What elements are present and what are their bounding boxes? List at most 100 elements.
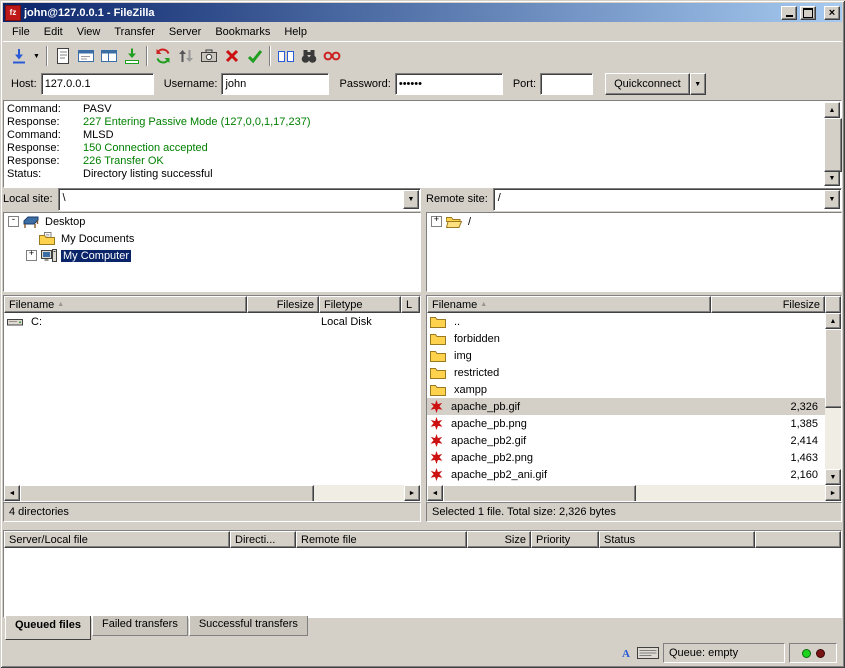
- file-row[interactable]: restricted: [427, 364, 825, 381]
- toggle-queue-button[interactable]: [120, 45, 143, 67]
- menu-server[interactable]: Server: [162, 24, 208, 40]
- file-row[interactable]: forbidden: [427, 330, 825, 347]
- username-input[interactable]: [221, 73, 329, 95]
- menu-view[interactable]: View: [70, 24, 108, 40]
- log-scrollbar[interactable]: ▲ ▼: [824, 102, 840, 186]
- scroll-right-button[interactable]: ►: [404, 485, 420, 501]
- column-header-server-local-file[interactable]: Server/Local file: [4, 531, 230, 548]
- toggle-queue-icon: [123, 47, 141, 65]
- remote-horizontal-scrollbar[interactable]: ◄ ►: [427, 485, 841, 501]
- folder-icon: [430, 315, 446, 328]
- scroll-down-button[interactable]: ▼: [825, 469, 841, 485]
- host-input[interactable]: [41, 73, 154, 95]
- collapse-icon[interactable]: -: [8, 216, 19, 227]
- menu-file[interactable]: File: [5, 24, 37, 40]
- scroll-left-button[interactable]: ◄: [427, 485, 443, 501]
- remote-site-combobox[interactable]: / ▼: [493, 188, 842, 211]
- port-input[interactable]: [540, 73, 593, 95]
- toggle-message-log-button[interactable]: [74, 45, 97, 67]
- file-row-selected[interactable]: apache_pb.gif 2,326: [427, 398, 825, 415]
- column-header-lastmodified[interactable]: L: [401, 296, 420, 313]
- close-icon: ×: [829, 8, 835, 18]
- abort-button[interactable]: [220, 45, 243, 67]
- local-horizontal-scrollbar[interactable]: ◄ ►: [4, 485, 420, 501]
- tree-node-my-computer[interactable]: + My Computer: [4, 247, 420, 264]
- find-button[interactable]: [297, 45, 320, 67]
- maximize-icon: [803, 8, 813, 18]
- preview-button[interactable]: [197, 45, 220, 67]
- scroll-left-button[interactable]: ◄: [4, 485, 20, 501]
- scroll-up-button[interactable]: ▲: [825, 313, 841, 329]
- site-manager-button[interactable]: [51, 45, 74, 67]
- speed-limits-button[interactable]: [320, 45, 343, 67]
- queue-status-panel: Queue: empty: [663, 643, 785, 663]
- menu-edit[interactable]: Edit: [37, 24, 70, 40]
- file-row-c-drive[interactable]: C: Local Disk: [4, 313, 420, 330]
- broken-image-file-icon: [430, 417, 443, 430]
- column-header-filesize[interactable]: Filesize: [711, 296, 825, 313]
- column-header-direction[interactable]: Directi...: [230, 531, 296, 548]
- close-button[interactable]: ×: [824, 6, 840, 20]
- tree-node-my-documents[interactable]: My Documents: [4, 230, 420, 247]
- scroll-track[interactable]: [443, 485, 825, 501]
- column-header-filetype[interactable]: Filetype: [319, 296, 401, 313]
- tree-node-root[interactable]: + /: [427, 213, 841, 230]
- menu-bookmarks[interactable]: Bookmarks: [208, 24, 277, 40]
- quickconnect-dropdown-button[interactable]: ▼: [690, 73, 706, 95]
- maximize-button[interactable]: [800, 6, 816, 20]
- column-header-status[interactable]: Status: [599, 531, 755, 548]
- tab-successful-transfers[interactable]: Successful transfers: [189, 616, 308, 636]
- scroll-right-button[interactable]: ►: [825, 485, 841, 501]
- process-queue-button[interactable]: [174, 45, 197, 67]
- file-row[interactable]: apache_pb2_ani.gif 2,160: [427, 466, 825, 483]
- local-status-text: 4 directories: [3, 502, 421, 522]
- remote-vertical-scrollbar[interactable]: ▲ ▼: [825, 313, 841, 485]
- toggle-tree-view-button[interactable]: [97, 45, 120, 67]
- local-site-combobox[interactable]: \ ▼: [58, 188, 421, 211]
- scroll-track[interactable]: [20, 485, 404, 501]
- queue-splitter[interactable]: [3, 520, 842, 530]
- file-row[interactable]: apache_pb.png 1,385: [427, 415, 825, 432]
- column-header-remote-file[interactable]: Remote file: [296, 531, 467, 548]
- expand-icon[interactable]: +: [26, 250, 37, 261]
- quickconnect-button[interactable]: Quickconnect: [605, 73, 690, 95]
- pane-splitter[interactable]: [421, 188, 426, 520]
- password-input[interactable]: [395, 73, 503, 95]
- column-header-filename[interactable]: Filename▲: [427, 296, 711, 313]
- file-row[interactable]: apache_pb2.png 1,463: [427, 449, 825, 466]
- scroll-thumb[interactable]: [824, 118, 842, 172]
- connect-dropdown-button[interactable]: ▼: [30, 45, 43, 67]
- file-row[interactable]: apache_pb2.gif 2,414: [427, 432, 825, 449]
- menu-transfer[interactable]: Transfer: [107, 24, 162, 40]
- scroll-thumb[interactable]: [825, 329, 842, 408]
- keyboard-indicator-icon: [637, 647, 659, 659]
- file-row[interactable]: xampp: [427, 381, 825, 398]
- file-row[interactable]: img: [427, 347, 825, 364]
- column-header-priority[interactable]: Priority: [531, 531, 599, 548]
- scroll-down-button[interactable]: ▼: [824, 170, 840, 186]
- scroll-up-button[interactable]: ▲: [824, 102, 840, 118]
- expand-icon[interactable]: +: [431, 216, 442, 227]
- connect-button[interactable]: [7, 45, 30, 67]
- column-header-filesize[interactable]: Filesize: [247, 296, 319, 313]
- scroll-thumb[interactable]: [20, 485, 314, 502]
- local-site-dropdown-button[interactable]: ▼: [403, 190, 419, 209]
- compare-directories-button[interactable]: [274, 45, 297, 67]
- filters-button[interactable]: [243, 45, 266, 67]
- tab-queued-files[interactable]: Queued files: [5, 616, 91, 640]
- menu-help[interactable]: Help: [277, 24, 314, 40]
- message-log: Command:PASV Response:227 Entering Passi…: [3, 100, 842, 188]
- remote-site-dropdown-button[interactable]: ▼: [824, 190, 840, 209]
- scroll-thumb[interactable]: [443, 485, 636, 502]
- scroll-track[interactable]: [824, 118, 840, 170]
- minimize-button[interactable]: [781, 6, 797, 20]
- column-header-filename[interactable]: Filename▲: [4, 296, 247, 313]
- column-header-size[interactable]: Size: [467, 531, 531, 548]
- queue-body[interactable]: [4, 548, 841, 617]
- tab-failed-transfers[interactable]: Failed transfers: [92, 616, 188, 636]
- refresh-button[interactable]: [151, 45, 174, 67]
- tree-node-desktop[interactable]: - Desktop: [4, 213, 420, 230]
- scroll-track[interactable]: [825, 329, 841, 469]
- file-row[interactable]: ..: [427, 313, 825, 330]
- local-site-bar: Local site: \ ▼: [3, 188, 421, 210]
